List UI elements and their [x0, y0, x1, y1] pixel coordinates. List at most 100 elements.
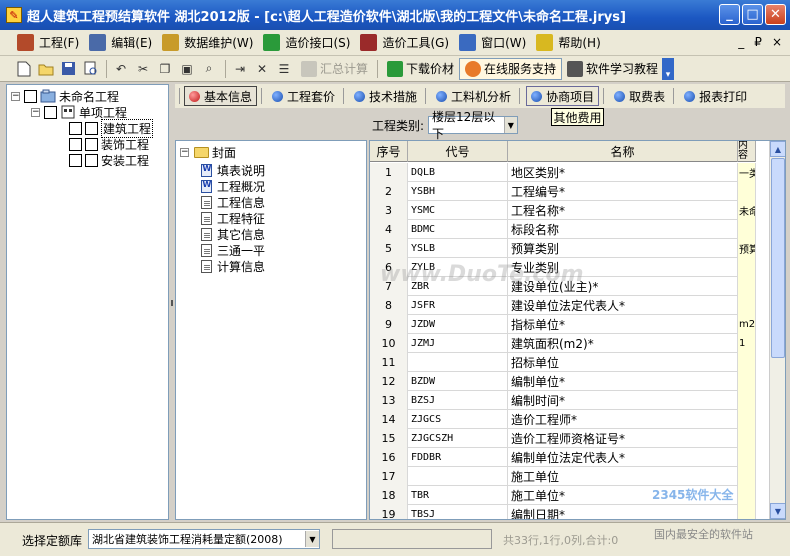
cell-code[interactable] — [408, 353, 508, 372]
cell-code[interactable]: ZJGCSZH — [408, 429, 508, 448]
cover-item[interactable]: 填表说明 — [198, 162, 265, 178]
cell-code[interactable]: JSFR — [408, 296, 508, 315]
cell-name[interactable]: 预算类别 — [508, 239, 738, 258]
cell-name[interactable]: 编制时间* — [508, 391, 738, 410]
cell-content[interactable] — [738, 467, 756, 486]
cell-name[interactable]: 工程名称* — [508, 201, 738, 220]
cell-code[interactable]: BZSJ — [408, 391, 508, 410]
minimize-button[interactable]: _ — [719, 4, 740, 25]
cell-name[interactable]: 标段名称 — [508, 220, 738, 239]
cell-content[interactable] — [738, 486, 756, 505]
project-type-select[interactable]: 楼层12层以下 ▼ — [428, 110, 519, 141]
checkbox[interactable] — [44, 105, 57, 119]
cell-content[interactable]: 未命 — [738, 201, 756, 220]
cell-code[interactable]: TBR — [408, 486, 508, 505]
table-row[interactable]: 16 FDDBR 编制单位法定代表人* — [370, 448, 756, 467]
cell-name[interactable]: 造价工程师* — [508, 410, 738, 429]
insert-row-icon[interactable]: ⇥ — [230, 59, 250, 79]
scroll-thumb[interactable] — [771, 158, 785, 358]
menu-item-4[interactable]: 造价工具(G) — [357, 32, 456, 54]
cell-content[interactable] — [738, 353, 756, 372]
cell-name[interactable]: 施工单位 — [508, 467, 738, 486]
header-name[interactable]: 名称 — [508, 141, 738, 162]
paste-icon[interactable]: ▣ — [177, 59, 197, 79]
tree-child-install[interactable]: 安装工程 — [69, 152, 149, 168]
menu-item-0[interactable]: 工程(F) — [14, 32, 86, 54]
tab-4[interactable]: 协商项目 — [526, 86, 600, 106]
online-service-button[interactable]: 在线服务支持 — [459, 57, 563, 80]
menu-item-5[interactable]: 窗口(W) — [456, 32, 533, 54]
collapse-icon[interactable]: − — [11, 91, 20, 101]
tree-root[interactable]: − 未命名工程 — [11, 88, 119, 104]
header-code[interactable]: 代号 — [408, 141, 508, 162]
chevron-down-icon[interactable]: ▼ — [305, 531, 319, 547]
table-row[interactable]: 1DQLB地区类别*一类 — [370, 163, 756, 182]
cell-content[interactable] — [738, 391, 756, 410]
close-button[interactable]: ✕ — [765, 4, 786, 25]
delete-icon[interactable]: ✕ — [252, 59, 272, 79]
cell-name[interactable]: 地区类别* — [508, 163, 738, 182]
cover-item[interactable]: 工程概况 — [198, 178, 265, 194]
cell-name[interactable]: 编制单位* — [508, 372, 738, 391]
header-seq[interactable]: 序号 — [370, 141, 408, 162]
tree-child-decoration[interactable]: 装饰工程 — [69, 136, 149, 152]
vertical-scrollbar[interactable]: ▲ ▼ — [769, 141, 785, 519]
collapse-icon[interactable]: − — [180, 147, 189, 157]
cell-content[interactable] — [738, 296, 756, 315]
cover-item[interactable]: 工程特征 — [198, 210, 265, 226]
cell-name[interactable]: 造价工程师资格证号* — [508, 429, 738, 448]
cell-content[interactable] — [738, 448, 756, 467]
undo-icon[interactable]: ↶ — [111, 59, 131, 79]
list-icon[interactable]: ☰ — [274, 59, 294, 79]
cell-name[interactable]: 工程编号* — [508, 182, 738, 201]
cell-name[interactable]: 编制日期* — [508, 505, 738, 519]
cell-content[interactable] — [738, 429, 756, 448]
toolbar-overflow-icon[interactable]: ▾ — [662, 58, 674, 80]
cell-content[interactable] — [738, 372, 756, 391]
menu-item-3[interactable]: 造价接口(S) — [260, 32, 357, 54]
tab-3[interactable]: 工料机分析 — [432, 86, 515, 106]
table-row[interactable]: 2 YSBH 工程编号* — [370, 182, 756, 201]
table-row[interactable]: 11 招标单位 — [370, 353, 756, 372]
cell-content[interactable] — [738, 277, 756, 296]
cell-name[interactable]: 建设单位法定代表人* — [508, 296, 738, 315]
cover-item[interactable]: 三通一平 — [198, 242, 265, 258]
cell-code[interactable]: JZMJ — [408, 334, 508, 353]
cell-code[interactable] — [408, 467, 508, 486]
cell-code[interactable]: YSMC — [408, 201, 508, 220]
mdi-restore-button[interactable]: ₽ — [754, 35, 762, 49]
cell-content[interactable]: 预算 — [738, 239, 756, 258]
cell-code[interactable]: ZJGCS — [408, 410, 508, 429]
collapse-icon[interactable]: − — [31, 107, 40, 117]
table-row[interactable]: 19 TBSJ 编制日期* — [370, 505, 756, 519]
checkbox[interactable] — [85, 137, 98, 151]
header-content[interactable]: 内容 — [738, 141, 756, 162]
cover-item[interactable]: 计算信息 — [198, 258, 265, 274]
cell-code[interactable]: BZDW — [408, 372, 508, 391]
print-preview-icon[interactable] — [80, 59, 100, 79]
table-row[interactable]: 3YSMC工程名称*未命 — [370, 201, 756, 220]
maximize-button[interactable]: □ — [742, 4, 763, 25]
cell-content[interactable]: 1 — [738, 334, 756, 353]
table-row[interactable]: 14 ZJGCS 造价工程师* — [370, 410, 756, 429]
tab-2[interactable]: 技术措施 — [350, 86, 421, 106]
copy-icon[interactable]: ❐ — [155, 59, 175, 79]
cell-code[interactable]: BDMC — [408, 220, 508, 239]
menu-item-2[interactable]: 数据维护(W) — [159, 32, 260, 54]
tutorial-button[interactable]: 软件学习教程 — [562, 58, 663, 80]
cell-content[interactable] — [738, 410, 756, 429]
cell-content[interactable]: m2 — [738, 315, 756, 334]
checkbox[interactable] — [85, 121, 98, 135]
checkbox[interactable] — [69, 137, 82, 151]
cell-content[interactable] — [738, 258, 756, 277]
tab-6[interactable]: 报表打印 — [680, 86, 751, 106]
cover-item[interactable]: 工程信息 — [198, 194, 265, 210]
tab-1[interactable]: 工程套价 — [268, 86, 339, 106]
checkbox[interactable] — [24, 89, 37, 103]
table-row[interactable]: 9 JZDW 指标单位* m2 — [370, 315, 756, 334]
checkbox[interactable] — [85, 153, 98, 167]
cell-name[interactable]: 招标单位 — [508, 353, 738, 372]
table-row[interactable]: 17 施工单位 — [370, 467, 756, 486]
cell-content[interactable] — [738, 182, 756, 201]
scroll-down-icon[interactable]: ▼ — [770, 503, 785, 519]
